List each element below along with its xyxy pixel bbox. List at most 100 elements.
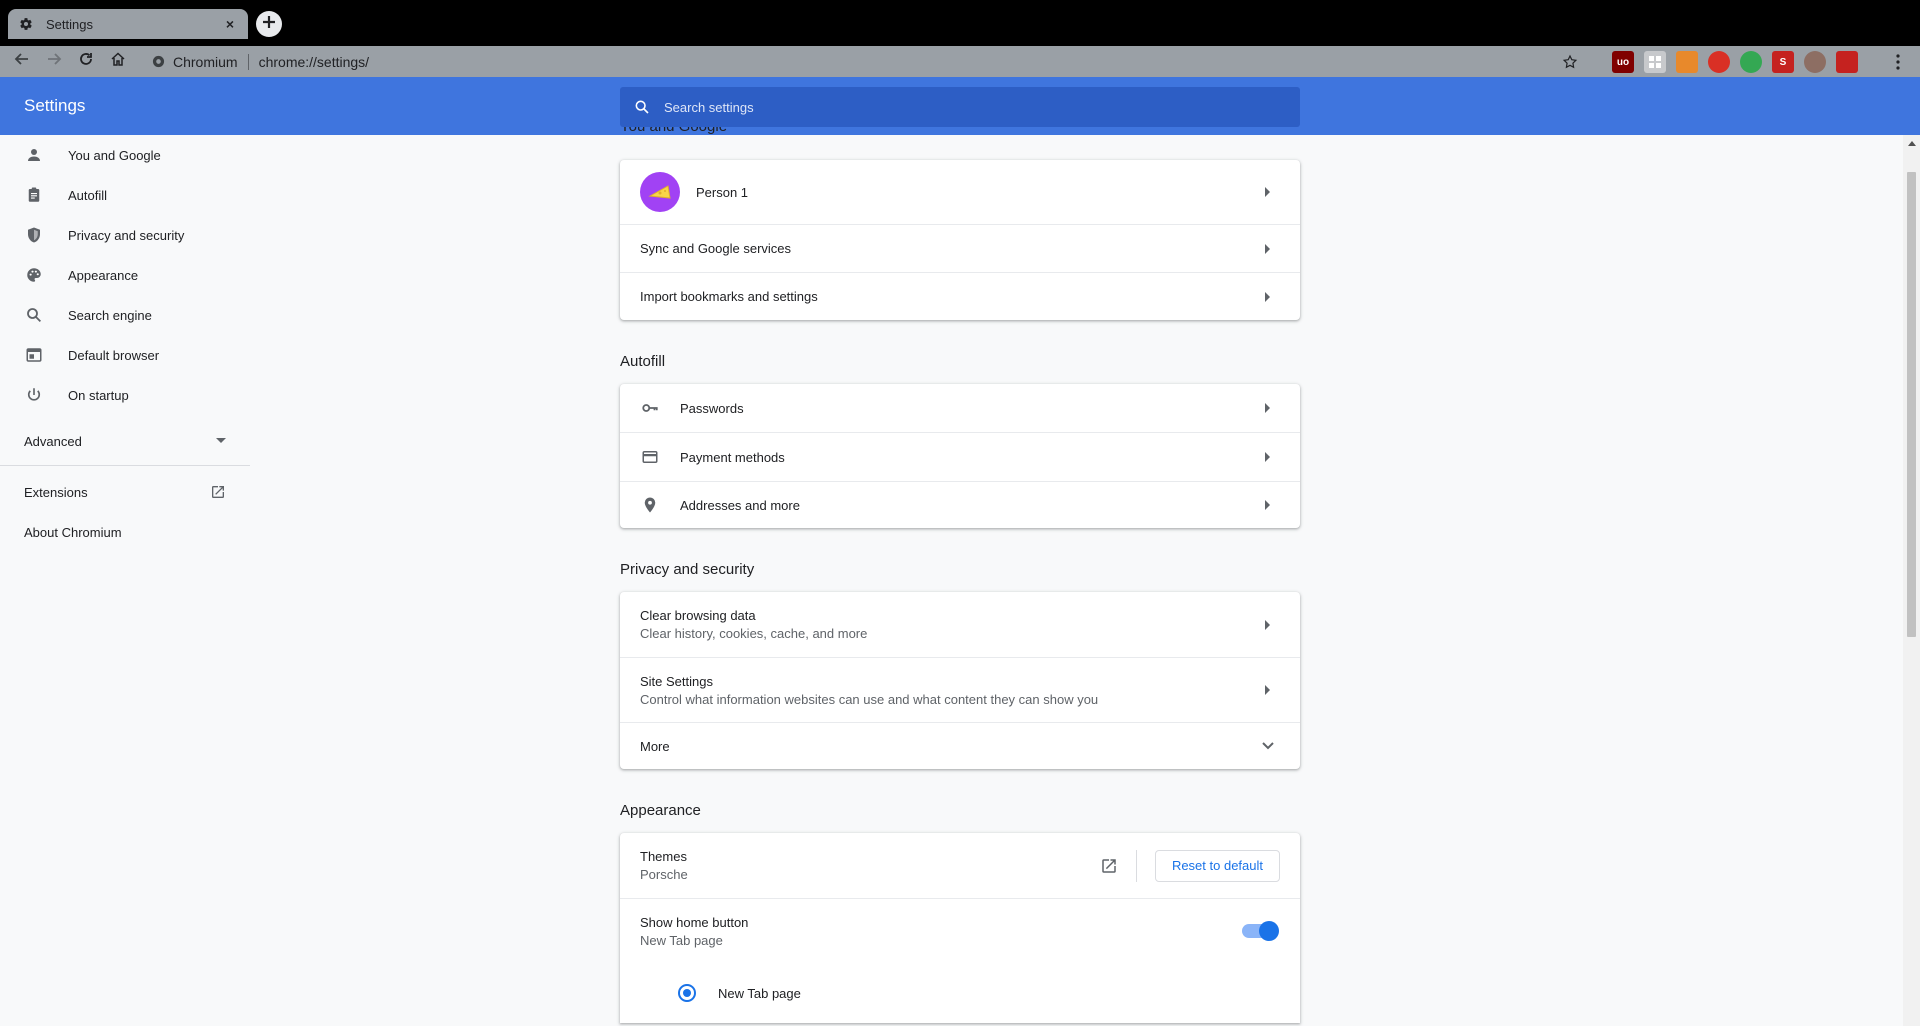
toggle-knob [1259, 921, 1279, 941]
extension-s-icon[interactable]: S [1772, 51, 1794, 73]
url-text[interactable]: chrome://settings/ [259, 54, 1560, 70]
sidebar-item-autofill[interactable]: Autofill [0, 175, 250, 215]
sidebar-item-you-and-google[interactable]: You and Google [0, 135, 250, 175]
open-in-new-icon[interactable] [1100, 857, 1118, 875]
settings-main: You and Google Person 1 Sync and Google … [620, 127, 1300, 1023]
extension-red-icon[interactable] [1708, 51, 1730, 73]
radio-new-tab[interactable] [678, 984, 696, 1002]
themes-title: Themes [640, 849, 687, 864]
home-icon [110, 51, 126, 72]
more-vert-icon[interactable] [1888, 52, 1908, 72]
power-icon [24, 385, 44, 405]
new-tab-button[interactable] [256, 11, 282, 37]
passwords-row[interactable]: Passwords [620, 384, 1300, 432]
addresses-label: Addresses and more [680, 497, 800, 513]
extension-refresh-icon[interactable] [1740, 51, 1762, 73]
radio-new-tab-row[interactable]: New Tab page [620, 963, 1300, 1023]
section-title-privacy: Privacy and security [620, 561, 755, 578]
sidebar-item-label: Default browser [68, 347, 160, 363]
scrollbar[interactable] [1903, 135, 1920, 1026]
sidebar-item-about[interactable]: About Chromium [0, 512, 250, 552]
reload-button[interactable] [70, 46, 102, 77]
site-settings-row[interactable]: Site Settings Control what information w… [620, 657, 1300, 722]
sidebar-item-label: Autofill [68, 187, 108, 203]
extension-grid-icon[interactable] [1644, 51, 1666, 73]
sidebar-item-default-browser[interactable]: Default browser [0, 335, 250, 375]
sidebar-item-privacy[interactable]: Privacy and security [0, 215, 250, 255]
search-input[interactable] [664, 99, 1286, 115]
sidebar-advanced-toggle[interactable]: Advanced [0, 417, 250, 465]
expand-more-icon [1256, 734, 1280, 758]
search-box[interactable] [620, 87, 1300, 127]
browser-toolbar: Chromium chrome://settings/ uo S [0, 46, 1920, 77]
close-icon[interactable]: × [222, 16, 238, 32]
arrow-back-icon [14, 51, 30, 72]
privacy-more-row[interactable]: More [620, 722, 1300, 769]
site-settings-text: Site Settings Control what information w… [640, 674, 1256, 707]
omnibox[interactable]: Chromium chrome://settings/ [142, 49, 1590, 74]
clear-browsing-subtitle: Clear history, cookies, cache, and more [640, 626, 868, 641]
section-title-appearance: Appearance [620, 802, 701, 819]
arrow-right-icon [1256, 445, 1280, 469]
arrow-right-icon [1256, 613, 1280, 637]
search-icon [24, 305, 44, 325]
section-title-autofill: Autofill [620, 353, 666, 370]
star-icon[interactable] [1560, 52, 1580, 72]
ublock-icon[interactable]: uo [1612, 51, 1634, 73]
themes-text: Themes Porsche [640, 849, 1100, 882]
sidebar-item-label: Privacy and security [68, 227, 185, 243]
arrow-forward-icon [46, 51, 62, 72]
home-button-row[interactable]: Show home button New Tab page [620, 898, 1300, 963]
reset-theme-button[interactable]: Reset to default [1154, 849, 1280, 882]
search-icon [634, 99, 650, 115]
sidebar-item-search-engine[interactable]: Search engine [0, 295, 250, 335]
clear-browsing-title: Clear browsing data [640, 608, 756, 623]
advanced-label: Advanced [24, 433, 82, 449]
sidebar-item-label: On startup [68, 387, 129, 403]
radio-new-tab-label: New Tab page [718, 985, 801, 1001]
sidebar-item-appearance[interactable]: Appearance [0, 255, 250, 295]
back-button[interactable] [6, 46, 38, 77]
home-button[interactable] [102, 46, 134, 77]
gear-icon [18, 16, 34, 32]
arrow-right-icon [1256, 180, 1280, 204]
extension-cookie-icon[interactable] [1804, 51, 1826, 73]
site-info[interactable]: Chromium [152, 54, 238, 70]
site-settings-title: Site Settings [640, 673, 713, 689]
sidebar-divider [0, 465, 250, 466]
tab-settings[interactable]: Settings × [8, 9, 248, 39]
import-row[interactable]: Import bookmarks and settings [620, 272, 1300, 320]
payment-label: Payment methods [680, 449, 785, 465]
tab-strip: Settings × [0, 0, 1920, 46]
sidebar-item-label: Search engine [68, 307, 152, 323]
plus-icon [262, 15, 276, 34]
about-label: About Chromium [24, 524, 122, 540]
scroll-up-arrow-icon[interactable] [1903, 135, 1920, 152]
extension-cup-icon[interactable] [1676, 51, 1698, 73]
arrow-right-icon [1256, 285, 1280, 309]
browser-window-icon [24, 345, 44, 365]
sidebar-item-on-startup[interactable]: On startup [0, 375, 250, 415]
sync-row[interactable]: Sync and Google services [620, 224, 1300, 272]
themes-subtitle: Porsche [640, 867, 688, 882]
payment-row[interactable]: Payment methods [620, 432, 1300, 481]
privacy-card: Clear browsing data Clear history, cooki… [620, 592, 1300, 769]
addresses-row[interactable]: Addresses and more [620, 481, 1300, 528]
sidebar-item-extensions[interactable]: Extensions [0, 472, 250, 512]
vertical-separator [1135, 849, 1137, 882]
sidebar-item-label: You and Google [68, 147, 161, 163]
settings-header: Settings [0, 77, 1920, 135]
arrow-right-icon [1256, 678, 1280, 702]
sync-label: Sync and Google services [640, 241, 792, 256]
themes-row[interactable]: Themes Porsche Reset to default [620, 833, 1300, 898]
sidebar: You and Google Autofill Privacy and secu… [0, 135, 250, 552]
scroll-thumb[interactable] [1907, 172, 1916, 637]
clear-browsing-row[interactable]: Clear browsing data Clear history, cooki… [620, 592, 1300, 657]
site-settings-subtitle: Control what information websites can us… [640, 691, 1099, 707]
autofill-card: Passwords Payment methods Addresses and … [620, 384, 1300, 528]
forward-button[interactable] [38, 46, 70, 77]
extension-youtube-icon[interactable] [1836, 51, 1858, 73]
more-label: More [640, 738, 670, 754]
home-button-toggle[interactable] [1242, 921, 1279, 941]
person-row[interactable]: Person 1 [620, 160, 1300, 224]
